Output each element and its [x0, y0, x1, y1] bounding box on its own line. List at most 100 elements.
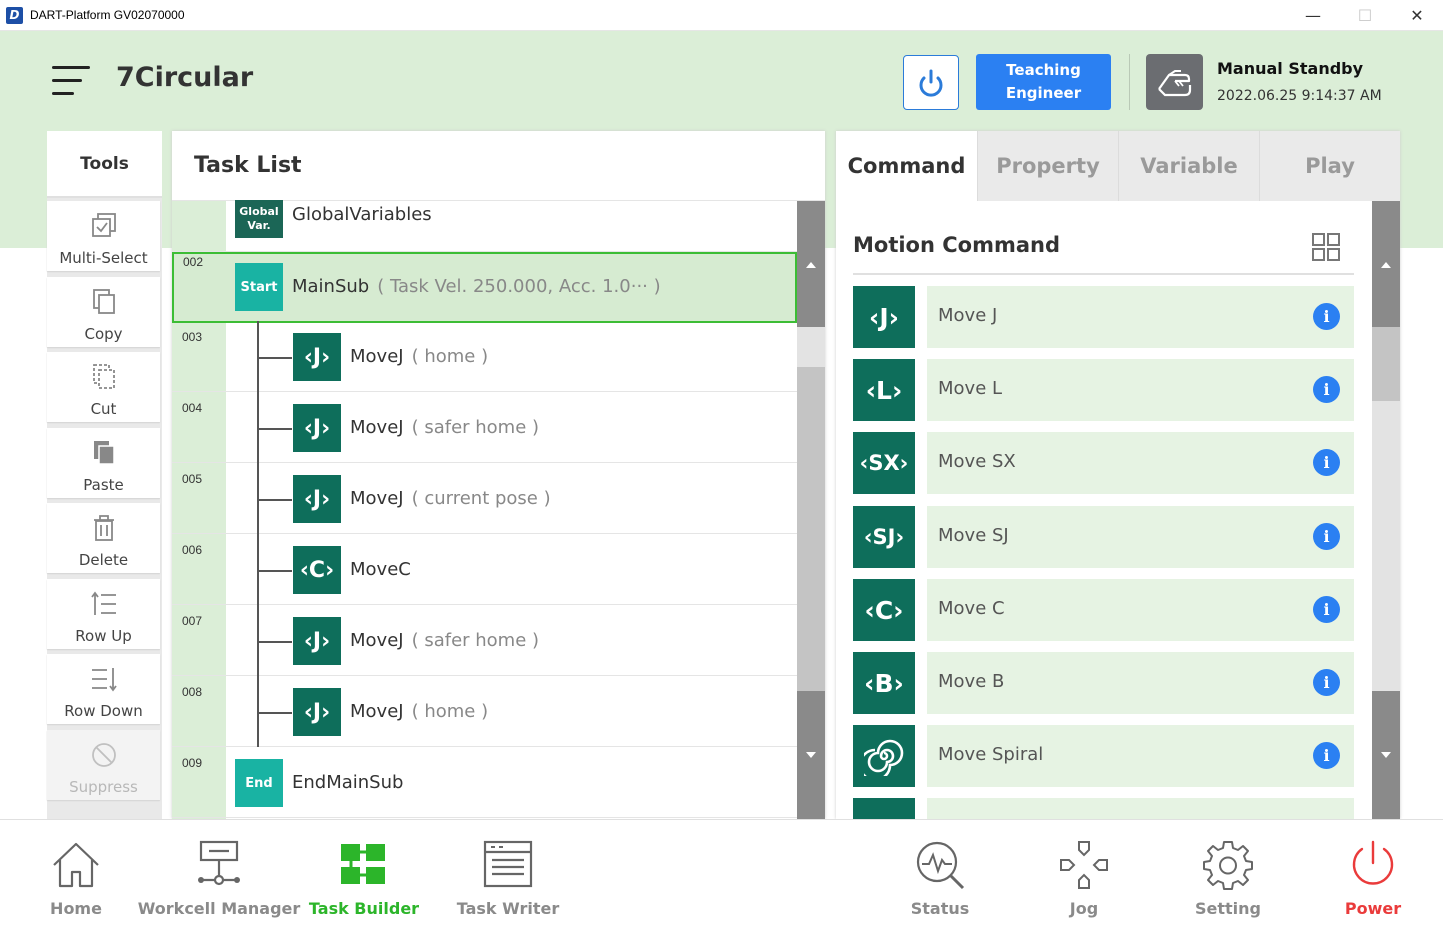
row-number: 003	[182, 330, 203, 344]
nav-label: Task Builder	[308, 899, 420, 918]
minimize-button[interactable]: —	[1287, 0, 1339, 31]
info-icon[interactable]: i	[1313, 303, 1340, 330]
window-controls: — ☐ ✕	[1287, 0, 1443, 31]
chevron-up-icon	[1381, 262, 1391, 268]
nav-task-writer[interactable]: Task Writer	[455, 820, 561, 932]
workcell-icon	[198, 840, 240, 886]
jog-icon	[1060, 841, 1108, 889]
nav-label: Jog	[1069, 899, 1099, 918]
datetime-label: 2022.06.25 9:14:37 AM	[1217, 88, 1382, 104]
delete-button[interactable]: Delete	[47, 503, 160, 573]
task-row-label: MoveJ( safer home )	[350, 630, 540, 651]
command-move-spiral[interactable]: Move Spiral i	[853, 725, 1354, 787]
row-number: 002	[183, 255, 204, 269]
nav-label: Power	[1344, 899, 1402, 918]
command-next-partial[interactable]	[853, 798, 1354, 819]
suppress-label: Suppress	[69, 778, 138, 796]
task-builder-icon	[341, 844, 385, 884]
command-move-sj[interactable]: ‹ SJ › Move SJ i	[853, 506, 1354, 568]
info-icon[interactable]: i	[1313, 596, 1340, 623]
movec-block-icon: ‹ C ›	[293, 546, 341, 594]
suppress-button[interactable]: Suppress	[47, 730, 160, 800]
nav-workcell-manager[interactable]: Workcell Manager	[138, 820, 300, 932]
tab-play[interactable]: Play	[1259, 131, 1400, 201]
nav-label: Status	[910, 899, 970, 918]
nav-jog[interactable]: Jog	[1039, 820, 1129, 932]
row-number: 005	[182, 472, 203, 486]
copy-icon	[93, 289, 115, 314]
task-writer-icon	[483, 840, 533, 888]
task-row-label: EndMainSub	[292, 772, 404, 793]
command-move-b[interactable]: ‹ B › Move B i	[853, 652, 1354, 714]
scroll-up-button[interactable]	[1372, 201, 1400, 327]
task-row-endmainsub[interactable]: 009 End EndMainSub	[172, 747, 797, 818]
end-block-icon: End	[235, 759, 283, 807]
info-icon[interactable]: i	[1313, 669, 1340, 696]
delete-label: Delete	[78, 551, 129, 569]
scroll-up-button[interactable]	[797, 201, 825, 327]
tab-command[interactable]: Command	[836, 131, 977, 201]
info-icon[interactable]: i	[1313, 742, 1340, 769]
command-label: Move SJ	[938, 525, 1009, 546]
cut-button[interactable]: Cut	[47, 352, 160, 422]
page-title: 7Circular	[116, 62, 254, 93]
command-scrollbar[interactable]	[1372, 201, 1400, 819]
command-label: Move B	[938, 671, 1005, 692]
row-up-button[interactable]: Row Up	[47, 579, 160, 649]
command-label: Move Spiral	[938, 744, 1044, 765]
copy-button[interactable]: Copy	[47, 277, 160, 347]
paste-button[interactable]: Paste	[47, 428, 160, 498]
tree-connector	[257, 570, 292, 572]
scroll-down-button[interactable]	[1372, 691, 1400, 819]
tree-connector	[257, 321, 259, 747]
close-button[interactable]: ✕	[1391, 0, 1443, 31]
nav-label: Workcell Manager	[137, 899, 301, 918]
power-icon	[1352, 840, 1394, 885]
info-icon[interactable]: i	[1313, 376, 1340, 403]
nav-setting[interactable]: Setting	[1183, 820, 1273, 932]
chevron-up-icon	[806, 262, 816, 268]
teach-line1: Teaching	[1006, 61, 1081, 79]
task-row-label: MoveJ( current pose )	[350, 488, 551, 509]
status-icon	[916, 841, 965, 890]
tab-variable[interactable]: Variable	[1118, 131, 1259, 201]
section-divider	[853, 273, 1354, 275]
multi-select-button[interactable]: Multi-Select	[47, 201, 160, 271]
task-list-scrollbar[interactable]	[797, 201, 825, 819]
task-row-label: MoveJ( safer home )	[350, 417, 540, 438]
command-move-l[interactable]: ‹ L › Move L i	[853, 359, 1354, 421]
task-row-mainsub[interactable]: 002 Start MainSub( Task Vel. 250.000, Ac…	[172, 252, 797, 323]
move-l-icon: ‹ L ›	[853, 359, 915, 421]
task-list-title: Task List	[172, 131, 825, 201]
task-row-global-variables[interactable]: Global Var. GlobalVariables	[172, 200, 797, 252]
servo-on-button[interactable]	[903, 55, 959, 110]
manual-mode-button[interactable]	[1146, 54, 1203, 110]
nav-home[interactable]: Home	[26, 820, 126, 932]
gear-icon	[1203, 841, 1253, 890]
nav-label: Home	[50, 899, 102, 918]
scroll-thumb[interactable]	[797, 367, 825, 691]
bottom-navigation: Home Workcell Manager Task Builder Task …	[0, 819, 1443, 932]
nav-power[interactable]: Power	[1328, 820, 1418, 932]
copy-label: Copy	[84, 325, 123, 343]
nav-task-builder[interactable]: Task Builder	[308, 820, 420, 932]
nav-status[interactable]: Status	[895, 820, 985, 932]
grid-view-icon[interactable]	[1312, 233, 1340, 261]
command-move-c[interactable]: ‹ C › Move C i	[853, 579, 1354, 641]
nav-label: Setting	[1195, 899, 1261, 918]
hamburger-menu-icon[interactable]	[52, 64, 90, 98]
row-number: 008	[182, 685, 203, 699]
tab-property[interactable]: Property	[977, 131, 1118, 201]
scroll-down-button[interactable]	[797, 691, 825, 819]
info-icon[interactable]: i	[1313, 449, 1340, 476]
info-icon[interactable]: i	[1313, 523, 1340, 550]
scroll-thumb[interactable]	[1372, 327, 1400, 401]
row-down-button[interactable]: Row Down	[47, 654, 160, 724]
teaching-engineer-button[interactable]: Teaching Engineer	[976, 54, 1111, 110]
trash-icon	[94, 515, 114, 541]
maximize-button[interactable]: ☐	[1339, 0, 1391, 31]
command-move-sx[interactable]: ‹ SX › Move SX i	[853, 432, 1354, 494]
chevron-down-icon	[1381, 752, 1391, 758]
command-move-j[interactable]: ‹ J › Move J i	[853, 286, 1354, 348]
tree-connector	[257, 499, 292, 501]
